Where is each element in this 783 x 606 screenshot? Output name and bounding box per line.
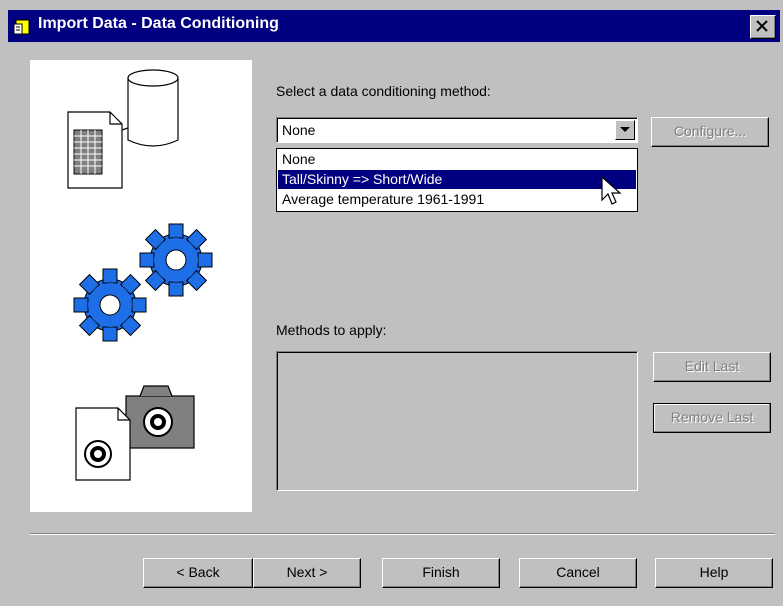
database-document-icon bbox=[67, 69, 179, 189]
finish-button[interactable]: Finish bbox=[382, 558, 500, 588]
mouse-pointer-icon bbox=[601, 176, 622, 205]
edit-last-button-label: Edit Last bbox=[684, 358, 740, 374]
edit-last-button[interactable]: Edit Last bbox=[653, 352, 771, 382]
method-option[interactable]: Average temperature 1961-1991 bbox=[278, 190, 636, 209]
method-option-highlighted[interactable]: Tall/Skinny => Short/Wide bbox=[278, 170, 636, 189]
finish-button-label: Finish bbox=[422, 564, 460, 580]
next-button[interactable]: Next > bbox=[253, 558, 361, 588]
close-icon bbox=[756, 20, 768, 32]
window-title: Import Data - Data Conditioning bbox=[38, 15, 279, 32]
back-button[interactable]: < Back bbox=[143, 558, 253, 588]
gears-icon bbox=[73, 223, 213, 342]
selected-method: None bbox=[282, 122, 316, 138]
title-bar[interactable]: Import Data - Data Conditioning bbox=[8, 10, 780, 42]
methods-list[interactable] bbox=[276, 351, 638, 491]
back-button-label: < Back bbox=[176, 564, 220, 580]
methods-label: Methods to apply: bbox=[276, 322, 387, 338]
footer-separator bbox=[30, 533, 775, 535]
conditioning-method-select[interactable]: None bbox=[276, 117, 638, 143]
method-option[interactable]: None bbox=[278, 150, 636, 169]
chevron-down-icon bbox=[620, 127, 630, 132]
import-data-dialog: Import Data - Data Conditioning Select a… bbox=[0, 0, 783, 606]
wizard-app-icon bbox=[13, 18, 31, 36]
camera-document-icon bbox=[75, 385, 195, 481]
wizard-illustration bbox=[30, 60, 252, 512]
close-button[interactable] bbox=[750, 15, 776, 39]
configure-button-label: Configure... bbox=[673, 123, 747, 139]
configure-button[interactable]: Configure... bbox=[651, 117, 769, 147]
dropdown-button[interactable] bbox=[615, 120, 635, 140]
conditioning-method-list[interactable]: None Tall/Skinny => Short/Wide Average t… bbox=[276, 148, 638, 212]
conditioning-prompt: Select a data conditioning method: bbox=[276, 83, 491, 99]
help-button[interactable]: Help bbox=[655, 558, 773, 588]
cancel-button[interactable]: Cancel bbox=[519, 558, 637, 588]
help-button-label: Help bbox=[699, 564, 729, 580]
cancel-button-label: Cancel bbox=[556, 564, 600, 580]
remove-last-button[interactable]: Remove Last bbox=[653, 403, 771, 433]
remove-last-button-label: Remove Last bbox=[670, 409, 754, 425]
next-button-label: Next > bbox=[286, 564, 328, 580]
